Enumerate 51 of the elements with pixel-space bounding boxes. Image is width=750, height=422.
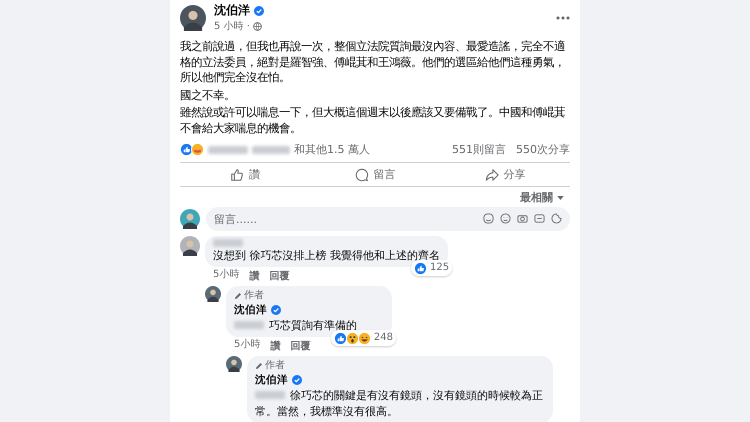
camera-icon[interactable] (517, 213, 528, 224)
comments-count[interactable]: 551則留言 (452, 142, 506, 157)
emoji-icon[interactable] (500, 213, 511, 224)
comment-time: 5小時 (213, 269, 240, 282)
badge-label: 作者 (265, 359, 285, 373)
globe-icon (252, 22, 262, 30)
thumbs-up-icon (230, 168, 244, 182)
caret-icon (557, 196, 564, 200)
comment-action[interactable]: 回覆 (269, 269, 290, 283)
comment-action[interactable]: 讚 (249, 269, 260, 283)
shares-count[interactable]: 550次分享 (516, 142, 570, 157)
share-arrow-icon (484, 168, 498, 182)
pencil-icon (255, 362, 263, 370)
reaction-count: 248 (374, 331, 393, 345)
gif-icon[interactable] (534, 213, 545, 224)
sort-dropdown[interactable]: 最相關 (514, 189, 570, 206)
comment-author[interactable]: 沈伯洋 (255, 373, 288, 387)
comment-button[interactable]: 留言 (310, 165, 440, 184)
avatar (226, 356, 242, 372)
avatar (180, 4, 206, 30)
reaction-summary[interactable]: 125 (411, 260, 452, 276)
author-name[interactable]: 沈伯洋 (214, 2, 250, 19)
sticker-icon[interactable] (551, 213, 562, 224)
pencil-icon (234, 292, 242, 300)
speech-bubble-icon (354, 168, 368, 182)
comment-text: 徐巧芯的關鍵是有沒有鏡頭，沒有鏡頭的時候較為正常。當然，我標準沒有很高。 (255, 389, 544, 418)
comment-text: 巧芯質詢有準備的 (269, 319, 358, 332)
blurred-name (213, 239, 243, 247)
comment-action[interactable]: 回覆 (290, 339, 310, 353)
post-paragraph: 雖然說或許可以喘息一下，但大概這個週末以後應該又要備戰了。中國和傅崐萁不會給大家喘息的機會。 (180, 105, 566, 136)
reactions-text[interactable]: 和其他1.5 萬人 (294, 142, 448, 157)
share-button[interactable]: 分享 (440, 165, 570, 184)
sticker-icon[interactable] (483, 213, 494, 224)
badge-label: 作者 (244, 289, 264, 303)
avatar (180, 209, 200, 229)
comment-author[interactable]: 沈伯洋 (234, 303, 267, 317)
reaction-count: 125 (430, 261, 450, 275)
comment-field[interactable]: 留言...... (206, 207, 570, 231)
blurred-name (208, 146, 248, 154)
comment-time: 5小時 (234, 339, 260, 352)
reaction-summary[interactable]: 248 (330, 330, 396, 346)
post-time[interactable]: 5 小時 · (214, 19, 250, 33)
avatar (205, 286, 221, 302)
more-icon[interactable] (556, 16, 570, 20)
post-paragraph: 國之不幸。 (180, 88, 236, 103)
comment-text: 沒想到 徐巧芯沒排上榜 我覺得他和上述的齊名 (213, 249, 440, 262)
comment-action[interactable]: 讚 (270, 339, 280, 353)
post-paragraph: 我之前說過，但我也再說一次，整個立法院質詢最沒內容、最愛造謠，完全不適格的立法委員，絕對是羅智強、傅崐萁和王鴻薇。他們的選區給他們這種勇氣，所以他們完全沒在怕。 (180, 39, 566, 86)
avatar (180, 236, 200, 256)
blurred-name (252, 146, 290, 154)
like-button[interactable]: 讚 (180, 165, 310, 184)
